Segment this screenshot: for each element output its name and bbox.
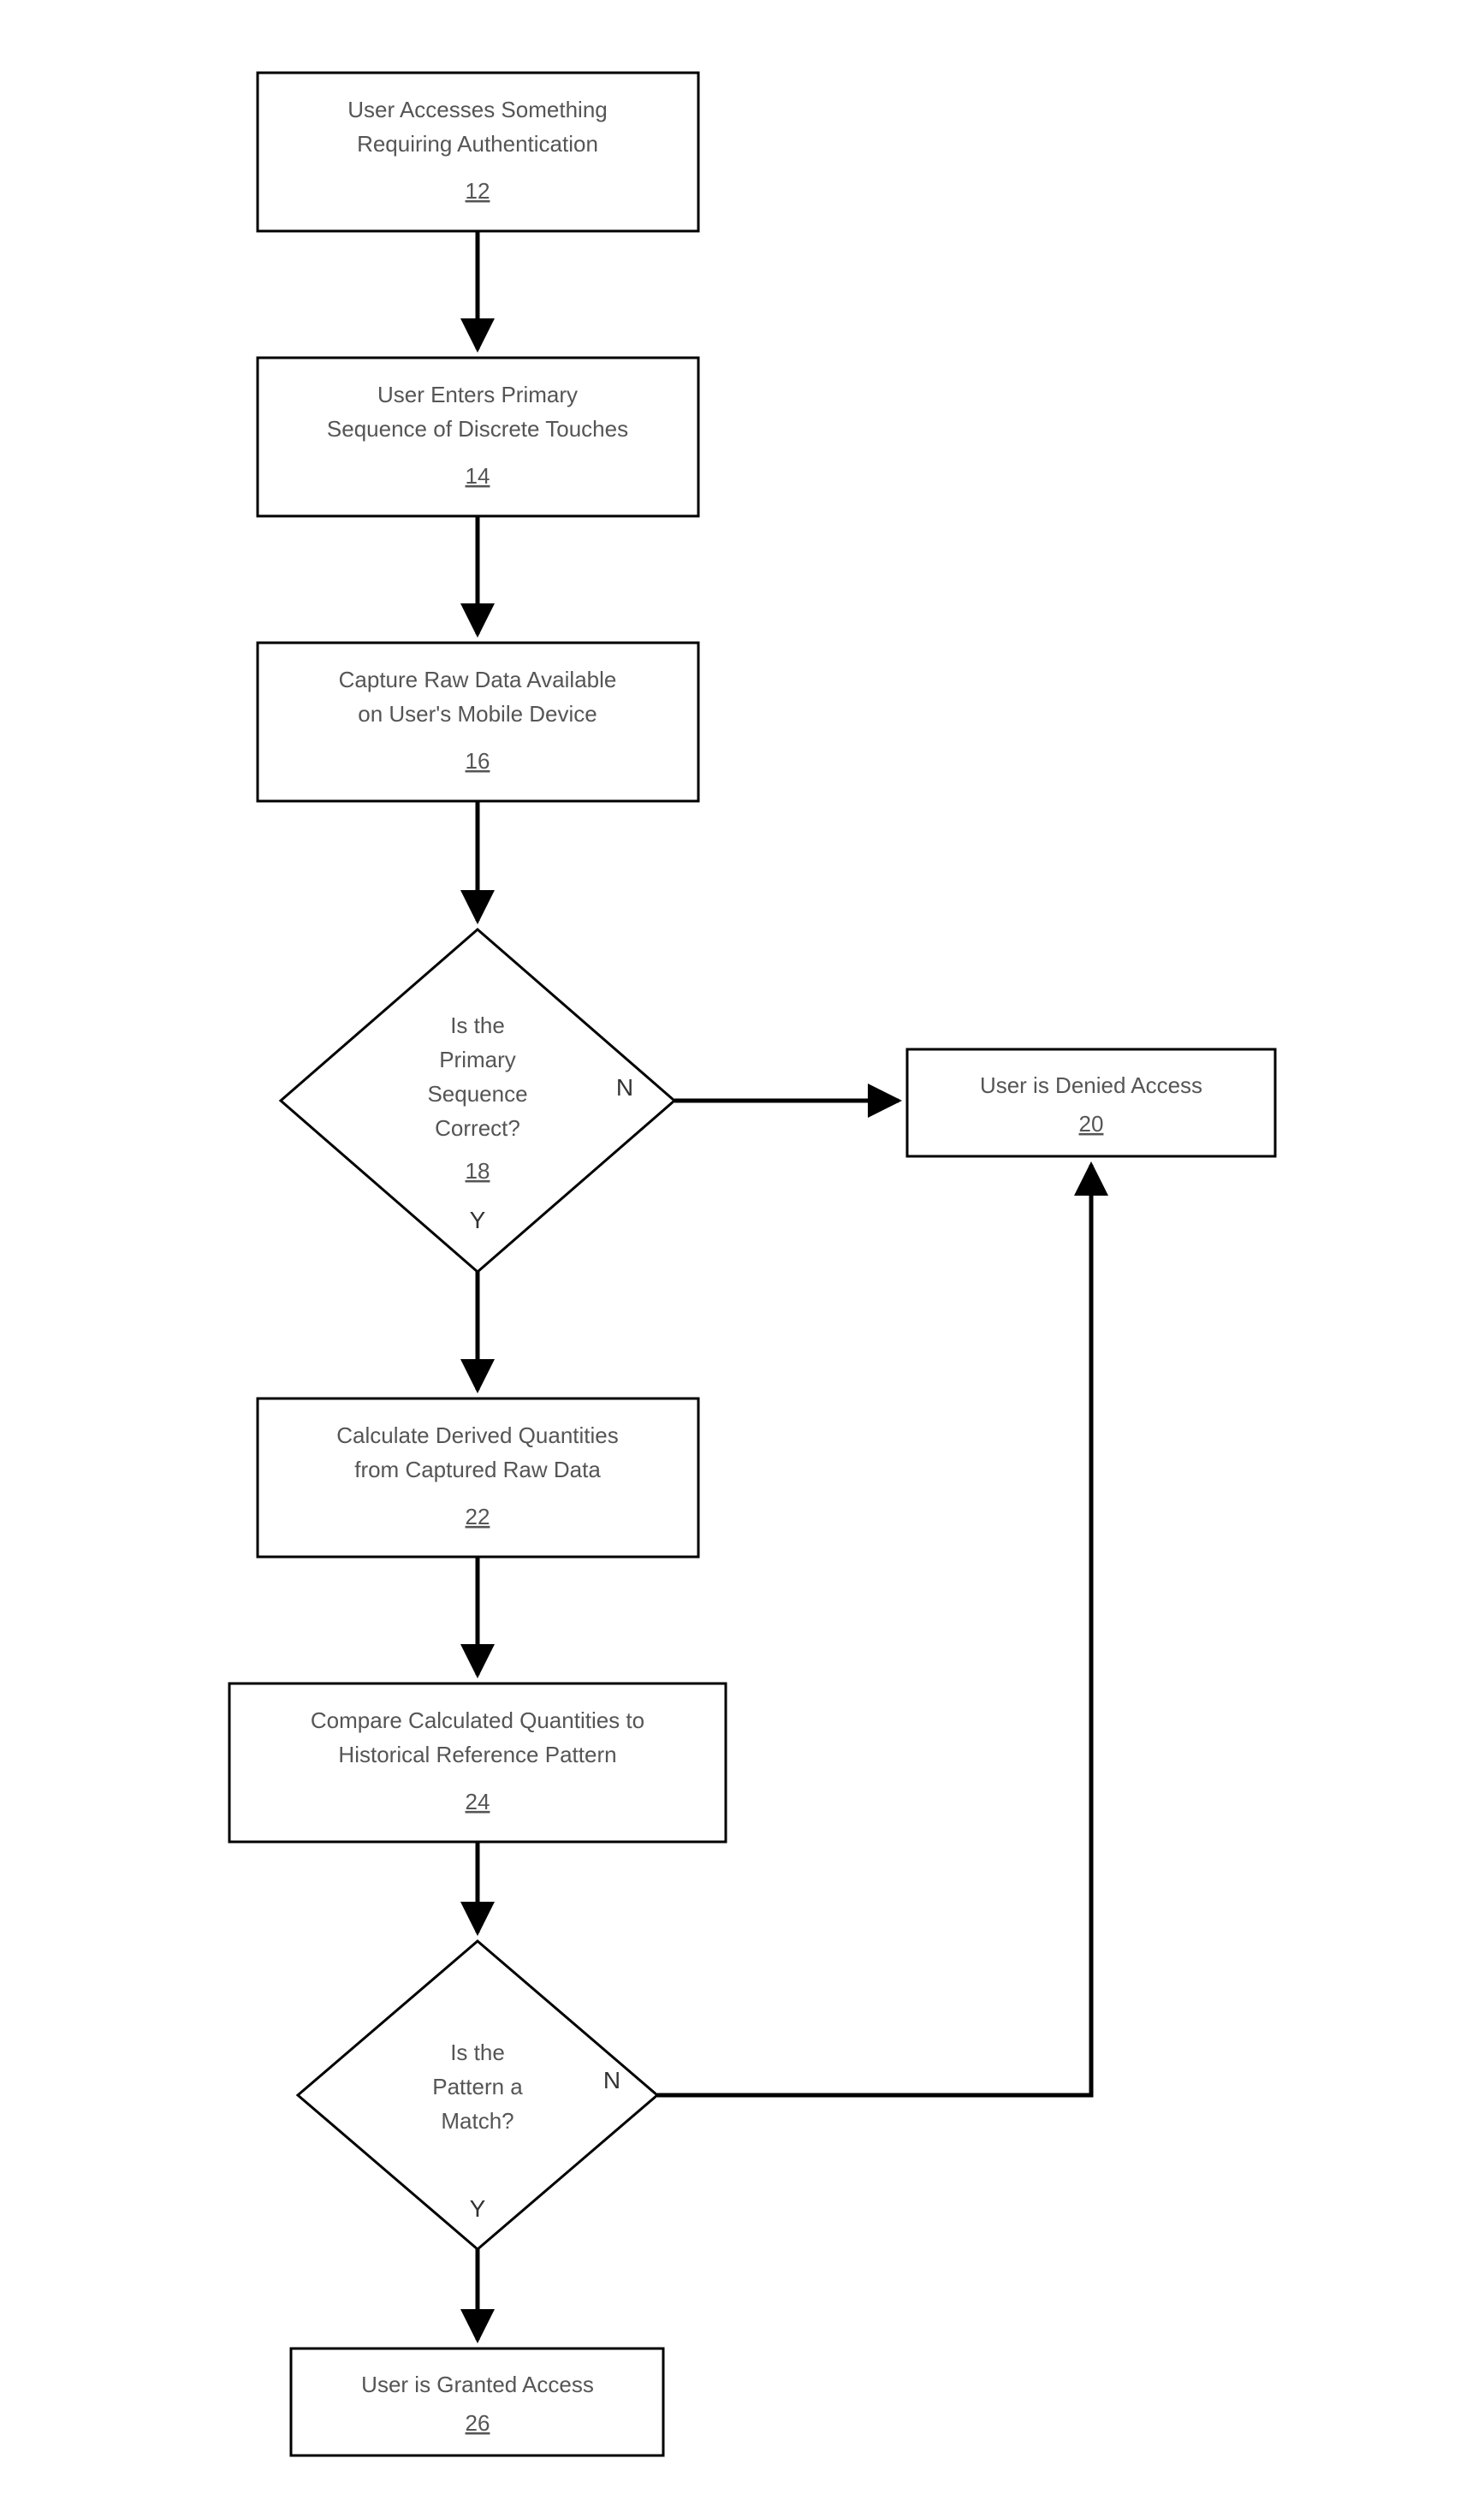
node-16-line1: Capture Raw Data Available [339,667,617,692]
node-22-ref: 22 [466,1504,490,1529]
node-24-compare: Compare Calculated Quantities to Histori… [229,1683,726,1842]
node-26-granted: User is Granted Access 26 [291,2349,663,2455]
node-24-ref: 24 [466,1789,490,1814]
node-match-line1: Is the [450,2040,505,2065]
node-18-no-label: N [616,1074,633,1101]
edge-match-denied [657,1165,1091,2095]
node-20-line1: User is Denied Access [980,1072,1202,1098]
node-match-no-label: N [603,2067,620,2093]
node-18-ref: 18 [466,1158,490,1184]
node-20-ref: 20 [1079,1111,1104,1137]
node-14-ref: 14 [466,463,490,489]
node-20-denied: User is Denied Access 20 [907,1049,1275,1156]
node-22-derived: Calculate Derived Quantities from Captur… [258,1398,698,1557]
node-18-line1: Is the [450,1012,505,1038]
node-18-line2: Primary [439,1047,516,1072]
node-12-ref: 12 [466,178,490,204]
node-14-user-enters: User Enters Primary Sequence of Discrete… [258,358,698,516]
node-18-yes-label: Y [470,1207,486,1233]
node-16-line2: on User's Mobile Device [358,701,597,727]
node-14-line2: Sequence of Discrete Touches [327,416,628,442]
node-12-line1: User Accesses Something [347,97,607,122]
flowchart: User Accesses Something Requiring Authen… [0,0,1484,2494]
node-18-line4: Correct? [435,1115,520,1141]
node-16-ref: 16 [466,748,490,774]
node-22-line1: Calculate Derived Quantities [336,1422,619,1448]
node-match-line2: Pattern a [432,2074,523,2099]
node-26-ref: 26 [466,2410,490,2436]
node-18-line3: Sequence [427,1081,527,1107]
node-12-line2: Requiring Authentication [357,131,598,157]
node-24-line1: Compare Calculated Quantities to [311,1707,644,1733]
node-22-line2: from Captured Raw Data [354,1457,601,1482]
node-26-line1: User is Granted Access [361,2372,594,2397]
node-16-capture-raw: Capture Raw Data Available on User's Mob… [258,643,698,801]
node-24-line2: Historical Reference Pattern [338,1742,616,1767]
node-12-user-accesses: User Accesses Something Requiring Authen… [258,73,698,231]
node-14-line1: User Enters Primary [377,382,578,407]
node-match-line3: Match? [441,2108,513,2134]
node-match-yes-label: Y [470,2195,486,2222]
